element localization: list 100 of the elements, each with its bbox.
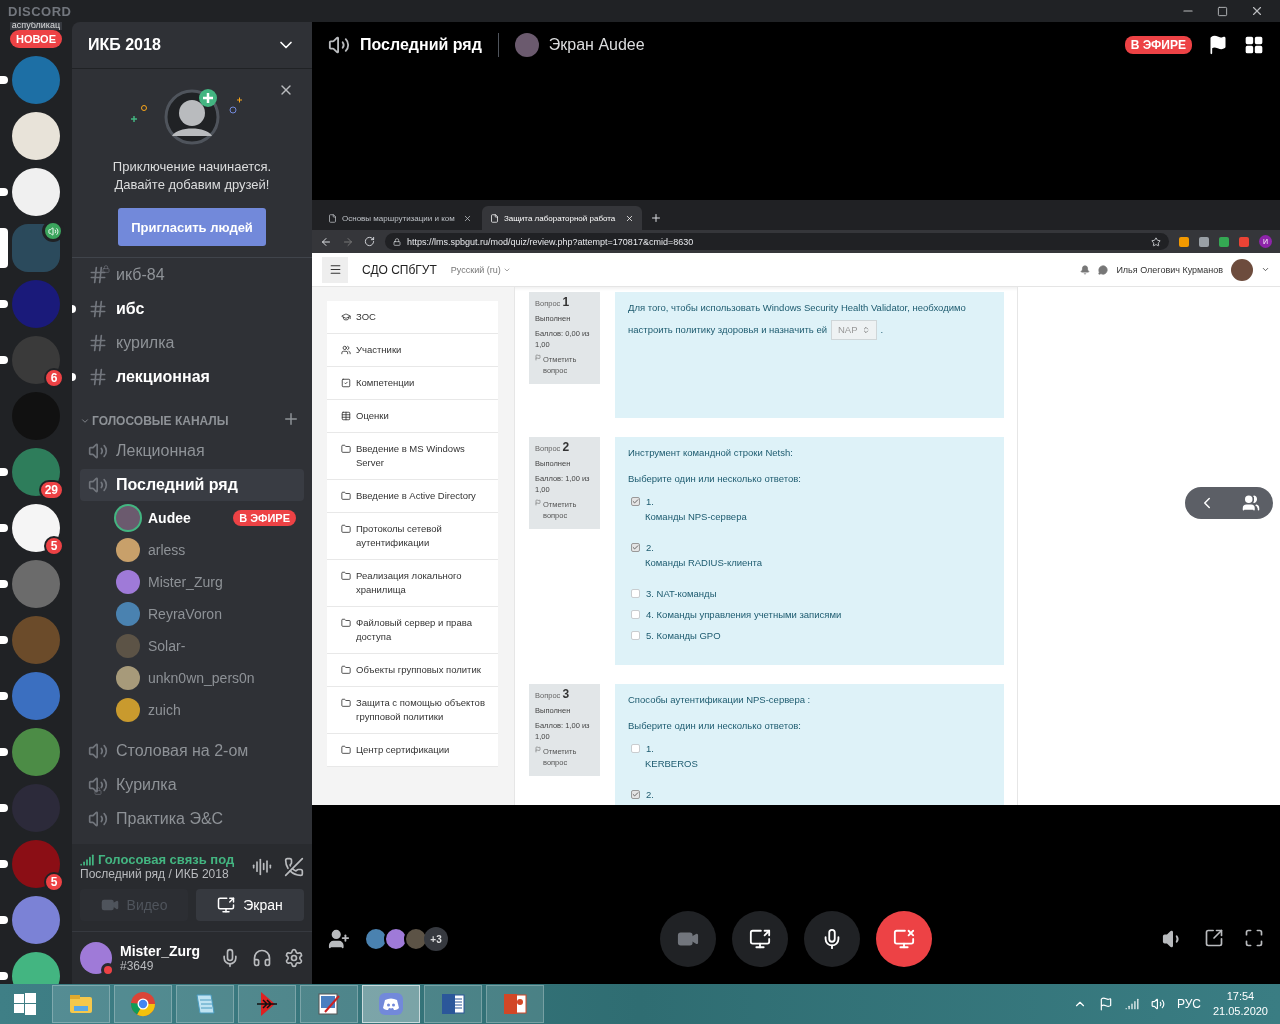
- live-badge: В ЭФИРЕ: [1124, 36, 1192, 54]
- clock[interactable]: 17:54 21.05.2020: [1212, 989, 1268, 1019]
- text-channel[interactable]: курилка: [80, 326, 304, 360]
- text-channel[interactable]: лекционная: [80, 360, 304, 394]
- checkbox[interactable]: [631, 790, 640, 799]
- extension-icon[interactable]: [1219, 236, 1229, 247]
- mention-badge: 5: [44, 872, 64, 892]
- users-icon: [341, 345, 351, 355]
- server-icon[interactable]: [12, 504, 60, 552]
- back-icon[interactable]: [320, 235, 332, 248]
- input-language[interactable]: РУС: [1176, 997, 1201, 1011]
- text-channel[interactable]: ибс: [80, 292, 304, 326]
- folder-icon: [341, 571, 351, 581]
- nav-item[interactable]: Оценки: [327, 400, 498, 433]
- server-icon[interactable]: [12, 448, 60, 496]
- bookmark-star-icon[interactable]: [1151, 236, 1161, 247]
- checkbox[interactable]: [631, 610, 640, 619]
- nav-item[interactable]: ЗОС: [327, 301, 498, 334]
- settings-icon[interactable]: [284, 948, 304, 968]
- add-user-icon[interactable]: [328, 928, 350, 950]
- voice-channel[interactable]: Столовая на 2-ом: [80, 734, 304, 768]
- add-channel-icon[interactable]: [282, 410, 300, 428]
- nav-item[interactable]: Реализация локального хранилища: [327, 560, 498, 607]
- server-icon[interactable]: [12, 168, 60, 216]
- new-tab-icon[interactable]: [650, 212, 662, 224]
- bell-icon[interactable]: [1080, 264, 1091, 275]
- pop-out-icon[interactable]: [1204, 928, 1224, 948]
- stop-screen-share-icon: [893, 928, 915, 950]
- screen-button[interactable]: [732, 911, 788, 967]
- voice-location: Последний ряд / ИКБ 2018: [80, 867, 230, 881]
- checkbox[interactable]: [631, 744, 640, 753]
- voice-user[interactable]: Mister_Zurg: [80, 566, 304, 598]
- nav-item[interactable]: Центр сертификации: [327, 734, 498, 767]
- extension-icon[interactable]: [1199, 236, 1209, 247]
- voice-channel[interactable]: Лекционная: [80, 434, 304, 468]
- voice-channel[interactable]: Последний ряд: [80, 469, 304, 501]
- maximize-icon[interactable]: [1217, 5, 1228, 17]
- checkbox[interactable]: [631, 631, 640, 640]
- reload-icon[interactable]: [364, 236, 375, 247]
- disconnect-icon[interactable]: [284, 856, 304, 877]
- chat-icon[interactable]: [1098, 264, 1109, 275]
- taskbar-app[interactable]: [300, 985, 358, 1023]
- nav-item[interactable]: Протоколы сетевой аутентификации: [327, 513, 498, 560]
- flag-icon: [535, 746, 541, 753]
- voice-user[interactable]: ReyraVoron: [80, 598, 304, 630]
- nav-item[interactable]: Объекты групповых политик: [327, 654, 498, 687]
- close-icon[interactable]: [1250, 4, 1264, 18]
- fullscreen-icon[interactable]: [1244, 928, 1264, 948]
- checkbox[interactable]: [631, 589, 640, 598]
- grid-icon[interactable]: [1244, 35, 1264, 55]
- menu-icon[interactable]: [322, 256, 348, 283]
- taskbar-app[interactable]: [424, 985, 482, 1023]
- stop-button[interactable]: [876, 911, 932, 967]
- flag-icon: [535, 354, 541, 361]
- language-menu[interactable]: Русский (ru): [450, 264, 511, 275]
- server-icon[interactable]: [12, 224, 60, 272]
- mic-button[interactable]: [804, 911, 860, 967]
- voice-user[interactable]: zuich: [80, 694, 304, 726]
- voice-category[interactable]: ГОЛОСОВЫЕ КАНАЛЫ: [80, 394, 304, 434]
- server-icon[interactable]: [12, 112, 60, 160]
- voice-user[interactable]: arless: [80, 534, 304, 566]
- checkbox[interactable]: [631, 543, 640, 552]
- address-bar[interactable]: https://lms.spbgut.ru/mod/quiz/review.php?attempt=170817&cmid=8630: [385, 233, 1169, 250]
- screen-button[interactable]: Экран: [196, 889, 304, 921]
- nav-item[interactable]: Защита с помощью объектов групповой политики: [327, 687, 498, 734]
- taskbar-app[interactable]: [176, 985, 234, 1023]
- nav-item[interactable]: Введение в Active Directory: [327, 480, 498, 513]
- flag-icon[interactable]: [1208, 35, 1228, 55]
- server-header[interactable]: ИКБ 2018: [72, 22, 312, 68]
- browser-tab[interactable]: Основы маршрутизации и ком: [320, 206, 480, 230]
- headphones-icon[interactable]: [252, 948, 272, 968]
- hash-icon: [88, 333, 108, 353]
- close-icon[interactable]: [463, 213, 472, 223]
- nav-item[interactable]: Компетенции: [327, 367, 498, 400]
- extension-icon[interactable]: [1179, 236, 1189, 247]
- nav-item[interactable]: Файловый сервер и права доступа: [327, 607, 498, 654]
- taskbar-app[interactable]: [362, 985, 420, 1023]
- browser-tab[interactable]: Защита лабораторной работа: [482, 206, 642, 230]
- volume-icon[interactable]: [1150, 997, 1165, 1011]
- voice-user[interactable]: Solar-: [80, 630, 304, 662]
- taskbar-app[interactable]: [238, 985, 296, 1023]
- voice-channel[interactable]: Практика Э&С: [80, 802, 304, 836]
- user-avatar[interactable]: [80, 942, 112, 974]
- voice-channel[interactable]: Курилка: [80, 768, 304, 802]
- extension-icon[interactable]: [1239, 236, 1249, 247]
- nav-item[interactable]: Введение в MS Windows Server: [327, 433, 498, 480]
- caret-icon[interactable]: [1261, 265, 1270, 274]
- voice-user[interactable]: unkn0wn_pers0n: [80, 662, 304, 694]
- text-channel[interactable]: икб-84: [80, 258, 304, 292]
- members-toggle[interactable]: [1185, 487, 1273, 519]
- question-text: Для того, чтобы использовать Windows Security Health Validator, необходимо настроить политику здоровья и назначить ей NAP .: [628, 297, 991, 341]
- question-text: Инструмент командной строки Netsh:: [628, 446, 794, 460]
- voice-user[interactable]: Audee В ЭФИРЕ: [80, 502, 304, 534]
- close-icon[interactable]: [625, 213, 634, 223]
- microphone-icon[interactable]: [220, 948, 240, 968]
- nav-item[interactable]: Участники: [327, 334, 498, 367]
- network-icon[interactable]: [1124, 997, 1139, 1011]
- audio-lines-icon[interactable]: [252, 856, 272, 877]
- checkbox[interactable]: [631, 497, 640, 506]
- taskbar-app[interactable]: [486, 985, 544, 1023]
